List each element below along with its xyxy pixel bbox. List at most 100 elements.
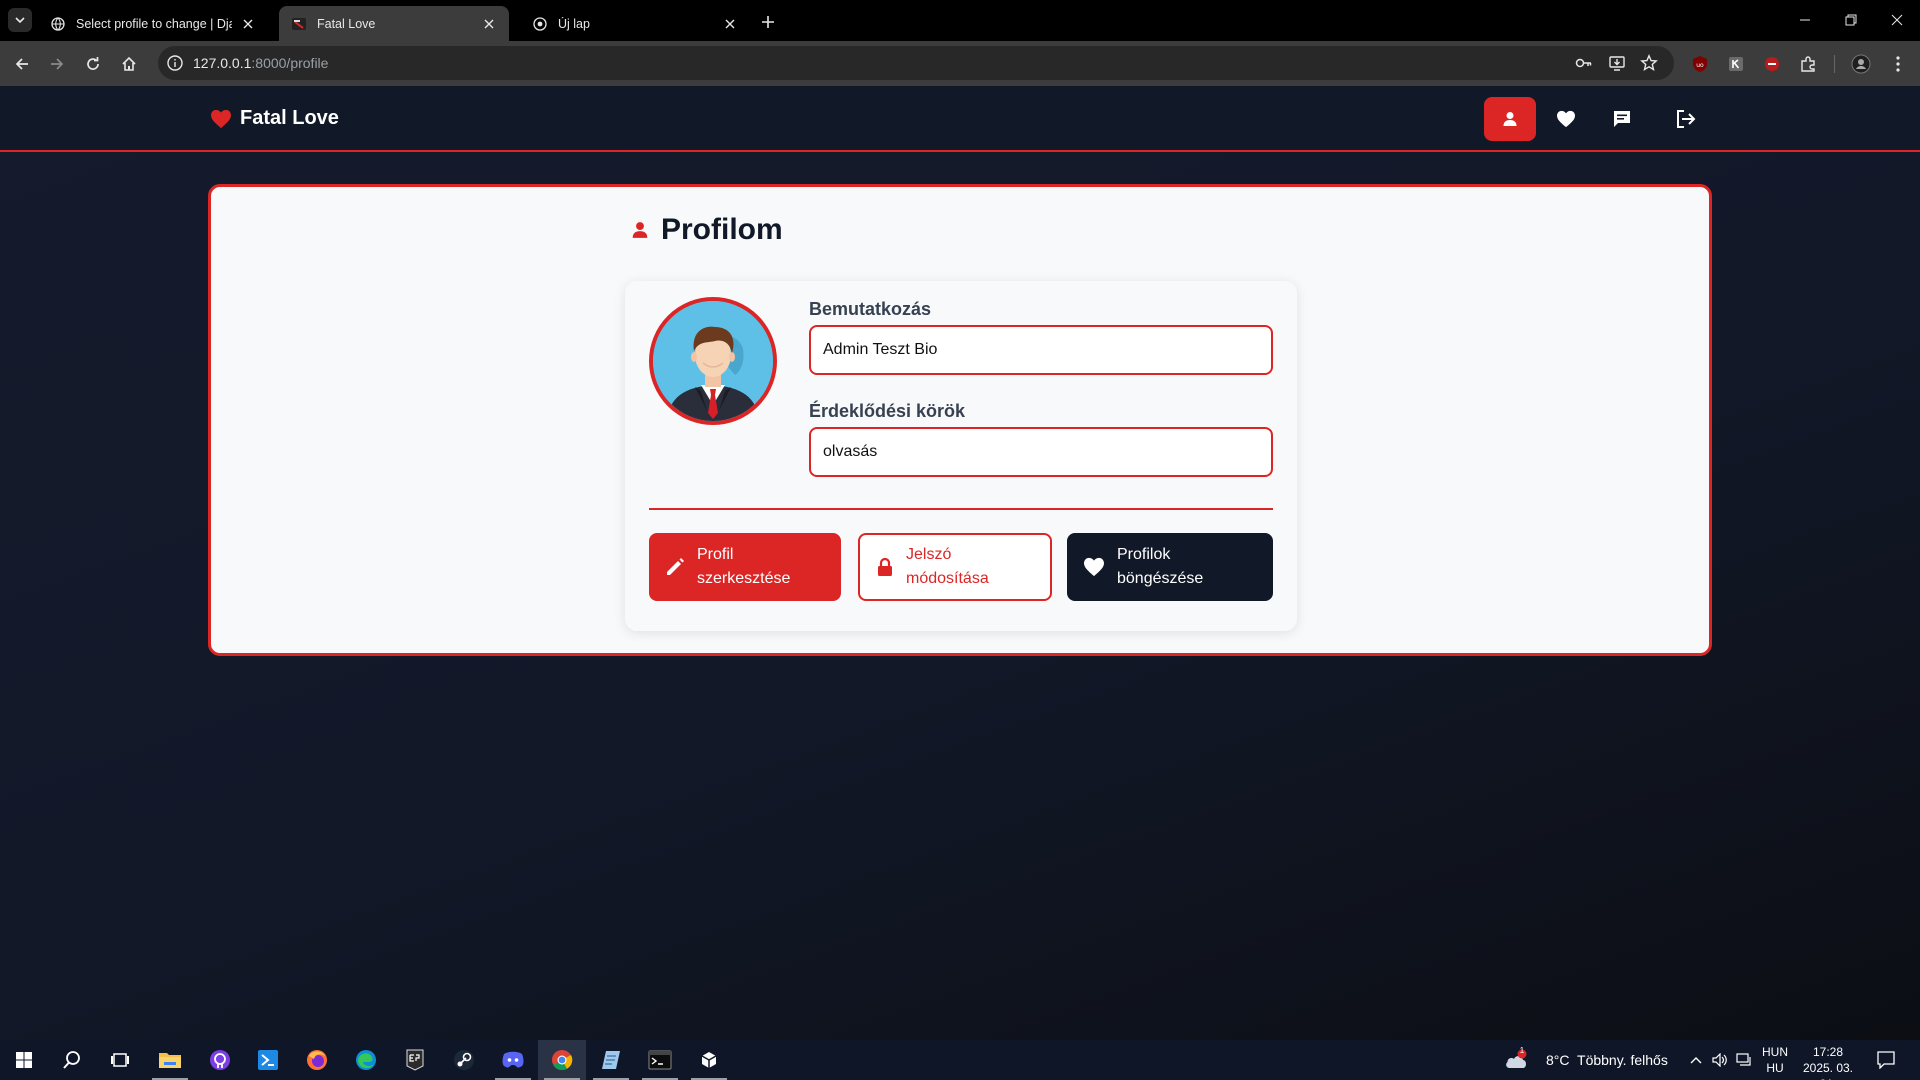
- heart-icon: [1084, 557, 1104, 577]
- tab-fatal-love[interactable]: Fatal Love: [279, 6, 509, 41]
- heart-icon: [211, 109, 231, 128]
- site-favicon-icon: [291, 16, 307, 32]
- url-text[interactable]: 127.0.0.1:8000/profile: [193, 55, 328, 71]
- taskbar-github-desktop[interactable]: [196, 1040, 244, 1080]
- arrow-left-icon: [15, 58, 28, 70]
- extensions-puzzle-icon[interactable]: [1797, 53, 1819, 75]
- clock[interactable]: 17:28 2025. 03. 01.: [1798, 1044, 1858, 1080]
- plus-icon: [762, 16, 774, 28]
- taskbar-chrome[interactable]: [538, 1040, 586, 1080]
- taskbar-visual-studio[interactable]: [244, 1040, 292, 1080]
- close-tab-icon[interactable]: [722, 16, 738, 32]
- task-view-button[interactable]: [96, 1040, 144, 1080]
- password-key-icon[interactable]: [1574, 53, 1594, 73]
- reload-button[interactable]: [78, 49, 108, 79]
- nav-messages-button[interactable]: [1596, 97, 1648, 141]
- home-button[interactable]: [114, 49, 144, 79]
- nav-logout-button[interactable]: [1660, 97, 1712, 141]
- brand-logo-link[interactable]: Fatal Love: [210, 107, 339, 130]
- taskbar-epic-games[interactable]: [391, 1040, 439, 1080]
- tab-new-tab[interactable]: Új lap: [520, 6, 750, 41]
- task-view-icon: [111, 1053, 129, 1067]
- steam-icon: [454, 1050, 474, 1070]
- taskbar-edge[interactable]: [342, 1040, 390, 1080]
- taskbar-notes-app[interactable]: [587, 1040, 635, 1080]
- tab-title: Fatal Love: [317, 16, 376, 31]
- block-extension-icon[interactable]: [1761, 53, 1783, 75]
- volume-button[interactable]: [1708, 1040, 1732, 1080]
- page-title: Profilom: [631, 213, 783, 247]
- menu-dots-icon[interactable]: [1887, 53, 1909, 75]
- show-hidden-icons-button[interactable]: [1684, 1040, 1708, 1080]
- toolbar-divider: [1834, 55, 1835, 73]
- profile-avatar-icon[interactable]: [1850, 53, 1872, 75]
- site-info-icon[interactable]: [166, 54, 184, 72]
- businessman-avatar-icon: [653, 301, 773, 421]
- svg-text:uo: uo: [1696, 62, 1704, 69]
- taskbar-unity[interactable]: [685, 1040, 733, 1080]
- close-window-button[interactable]: [1874, 0, 1920, 40]
- discord-icon: [502, 1051, 524, 1068]
- tab-search-button[interactable]: [8, 8, 32, 32]
- code-editor-icon: [258, 1050, 278, 1070]
- nav-profile-button[interactable]: [1484, 97, 1536, 141]
- restore-button[interactable]: [1828, 0, 1874, 40]
- github-icon: [210, 1050, 230, 1070]
- notification-icon: [1877, 1051, 1895, 1069]
- profile-details: Bemutatkozás Admin Teszt Bio Érdeklődési…: [625, 281, 1297, 631]
- search-button[interactable]: [48, 1040, 96, 1080]
- weather-icon[interactable]: 1: [1502, 1040, 1532, 1080]
- browse-profiles-button[interactable]: Profilok böngészése: [1067, 533, 1273, 601]
- notification-center-button[interactable]: [1866, 1040, 1906, 1080]
- bookmark-star-icon[interactable]: [1639, 53, 1659, 73]
- windows-taskbar: 1 8°C Többny. felhős HUN HU 17:28 2025. …: [0, 1040, 1920, 1080]
- tab-title: Select profile to change | Djang: [76, 16, 232, 31]
- interests-field[interactable]: olvasás: [809, 427, 1273, 477]
- taskbar-discord[interactable]: [489, 1040, 537, 1080]
- page-viewport: Fatal Love Profilom Bemutatkozás Admin T…: [0, 86, 1920, 1040]
- tab-title: Új lap: [558, 16, 590, 31]
- taskbar-file-explorer[interactable]: [146, 1040, 194, 1080]
- avatar: [649, 297, 777, 425]
- close-icon: [1891, 14, 1903, 26]
- extension-k-icon[interactable]: [1725, 53, 1747, 75]
- close-tab-icon[interactable]: [240, 16, 256, 32]
- change-password-button[interactable]: Jelszó módosítása: [858, 533, 1052, 601]
- language-code: HUN: [1762, 1045, 1788, 1059]
- site-navbar: Fatal Love: [0, 86, 1920, 152]
- taskbar-steam[interactable]: [440, 1040, 488, 1080]
- tab-django-admin[interactable]: Select profile to change | Djang: [38, 6, 268, 41]
- taskbar-firefox[interactable]: [293, 1040, 341, 1080]
- home-icon: [122, 56, 136, 71]
- install-app-icon[interactable]: [1607, 53, 1627, 73]
- globe-icon: [50, 16, 66, 32]
- taskbar-terminal[interactable]: [636, 1040, 684, 1080]
- back-button[interactable]: [7, 49, 37, 79]
- nav-matches-button[interactable]: [1540, 97, 1592, 141]
- ublock-extension-icon[interactable]: uo: [1689, 53, 1711, 75]
- heart-icon: [1557, 110, 1575, 128]
- pencil-icon: [667, 558, 684, 575]
- close-tab-icon[interactable]: [481, 16, 497, 32]
- start-button[interactable]: [0, 1040, 48, 1080]
- clock-time: 17:28: [1812, 1045, 1844, 1059]
- edit-profile-button[interactable]: Profil szerkesztése: [649, 533, 841, 601]
- input-language-button[interactable]: HUN HU: [1762, 1044, 1788, 1076]
- network-button[interactable]: [1732, 1040, 1756, 1080]
- address-bar[interactable]: 127.0.0.1:8000/profile: [158, 46, 1674, 80]
- windows-logo-icon: [16, 1052, 32, 1068]
- minimize-button[interactable]: [1782, 0, 1828, 40]
- restore-icon: [1845, 14, 1857, 26]
- clock-date: 2025. 03. 01.: [1802, 1061, 1854, 1080]
- section-divider: [649, 508, 1273, 510]
- lock-icon: [878, 557, 892, 576]
- weather-text[interactable]: 8°C Többny. felhős: [1546, 1052, 1668, 1068]
- reload-icon: [87, 57, 99, 70]
- forward-button[interactable]: [42, 49, 72, 79]
- brand-name: Fatal Love: [240, 107, 339, 129]
- new-tab-button[interactable]: [756, 10, 780, 34]
- bio-field[interactable]: Admin Teszt Bio: [809, 325, 1273, 375]
- edge-icon: [356, 1050, 376, 1070]
- chevron-up-icon: [1690, 1057, 1702, 1064]
- interests-label: Érdeklődési körök: [809, 401, 966, 421]
